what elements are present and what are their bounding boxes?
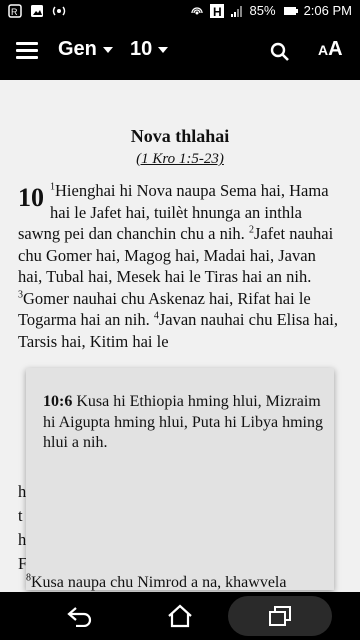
footnote-text: 10:6 Kusa hi Ethiopia hming hlui, Mizrai… <box>43 392 323 454</box>
chevron-down-icon <box>102 46 113 53</box>
home-button[interactable] <box>120 592 240 640</box>
battery-icon <box>283 6 298 15</box>
footnote-ref: 10:6 <box>43 393 73 410</box>
menu-icon[interactable] <box>16 42 38 60</box>
signal-icon <box>230 5 242 17</box>
chapter-label: 10 <box>130 38 153 60</box>
section-heading: Nova thlahai <box>130 126 230 146</box>
clock: 2:06 PM <box>303 3 352 18</box>
status-bar: R H 85% 2:06 PM <box>0 0 360 24</box>
font-size-small-label: A <box>318 42 329 58</box>
alarm-icon: R <box>8 4 22 18</box>
search-icon[interactable] <box>268 40 292 64</box>
font-size-button[interactable]: AA <box>318 38 343 61</box>
system-nav-bar <box>0 592 360 640</box>
home-icon <box>168 604 192 628</box>
book-selector[interactable]: Gen <box>58 38 113 61</box>
recents-button[interactable] <box>228 596 332 636</box>
chapter-selector[interactable]: 10 <box>130 38 169 61</box>
verse-line-bottom: 8Kusa naupa chu Nimrod a na, khawvela <box>26 573 356 592</box>
footnote-popup[interactable]: 10:6 Kusa hi Ethiopia hming hlui, Mizrai… <box>26 368 334 590</box>
battery-percent: 85% <box>249 3 276 18</box>
cross-reference-link[interactable]: (1 Kro 1:5-23) <box>0 151 360 168</box>
chevron-down-icon <box>158 46 169 53</box>
verse: Kusa naupa chu Nimrod a na, khawvela <box>31 574 287 591</box>
back-icon <box>67 607 92 627</box>
radio-icon <box>52 6 66 16</box>
image-icon <box>31 5 43 17</box>
recents-icon <box>269 606 291 626</box>
book-label: Gen <box>58 38 97 60</box>
verse-text: 10 1Hienghai hi Nova naupa Sema hai, Ham… <box>18 180 344 352</box>
h-network-icon: H <box>209 3 224 18</box>
footnote-body: Kusa hi Ethiopia hming hlui, Mizraim hi … <box>43 393 323 451</box>
chapter-number: 10 <box>18 183 44 212</box>
svg-text:R: R <box>11 7 18 17</box>
app-toolbar: Gen 10 AA <box>0 24 360 80</box>
svg-text:H: H <box>213 5 222 18</box>
hotspot-icon <box>190 6 203 14</box>
font-size-large-label: A <box>328 38 343 60</box>
